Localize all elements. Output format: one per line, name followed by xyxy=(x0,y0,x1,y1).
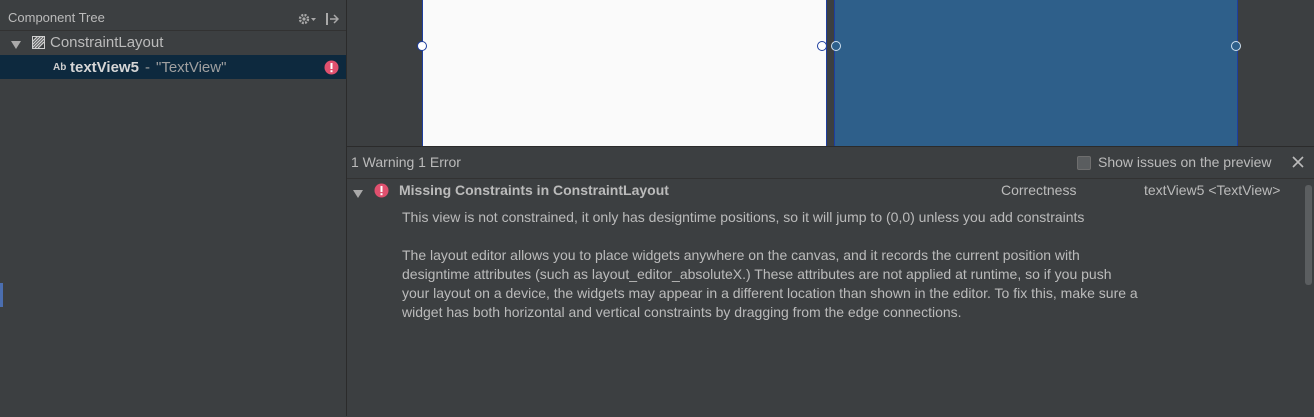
tree-item-description: "TextView" xyxy=(156,59,227,76)
constraint-handle-icon[interactable] xyxy=(817,41,827,51)
constraint-handle-icon[interactable] xyxy=(831,41,841,51)
scrollbar[interactable] xyxy=(1305,185,1312,285)
component-tree-panel: Component Tree ConstraintLayout Ab textV… xyxy=(0,0,347,416)
design-canvas[interactable] xyxy=(347,0,1314,146)
show-issues-checkbox[interactable] xyxy=(1077,156,1091,170)
component-tree-title: Component Tree xyxy=(8,10,105,25)
textview-icon: Ab xyxy=(53,62,67,73)
tree-item-separator: - xyxy=(145,59,150,76)
constraint-handle-icon[interactable] xyxy=(1231,41,1241,51)
issue-paragraph: This view is not constrained, it only ha… xyxy=(402,209,1085,225)
constraint-layout-icon xyxy=(31,35,45,49)
tree-item-name: textView5 xyxy=(70,59,139,76)
component-tree-header: Component Tree xyxy=(0,4,346,31)
tree-item-label: ConstraintLayout xyxy=(50,34,164,51)
issues-panel: 1 Warning 1 Error Show issues on the pre… xyxy=(347,146,1314,417)
design-view[interactable] xyxy=(422,0,827,146)
issue-paragraph: The layout editor allows you to place wi… xyxy=(402,247,1138,320)
issue-category: Correctness xyxy=(1001,182,1077,198)
collapse-panel-icon[interactable] xyxy=(325,11,340,27)
issues-summary: 1 Warning 1 Error xyxy=(351,154,461,170)
divider xyxy=(347,178,1314,179)
constraint-handle-icon[interactable] xyxy=(417,41,427,51)
chevron-down-icon[interactable] xyxy=(11,37,21,49)
error-icon[interactable] xyxy=(324,60,339,75)
side-tab-indicator xyxy=(0,283,3,307)
issue-source[interactable]: textView5 <TextView> xyxy=(1144,182,1280,198)
tree-item-textview5[interactable]: Ab textView5 - "TextView" xyxy=(0,55,346,79)
chevron-down-icon[interactable] xyxy=(353,186,363,198)
close-icon[interactable] xyxy=(1292,155,1304,168)
show-issues-label[interactable]: Show issues on the preview xyxy=(1098,154,1272,170)
issue-description: This view is not constrained, it only ha… xyxy=(402,208,1142,341)
issue-title[interactable]: Missing Constraints in ConstraintLayout xyxy=(399,182,669,198)
blueprint-view[interactable] xyxy=(834,0,1238,146)
gear-icon[interactable] xyxy=(297,11,317,27)
tree-item-constraint-layout[interactable]: ConstraintLayout xyxy=(0,30,346,54)
error-icon xyxy=(374,183,389,198)
